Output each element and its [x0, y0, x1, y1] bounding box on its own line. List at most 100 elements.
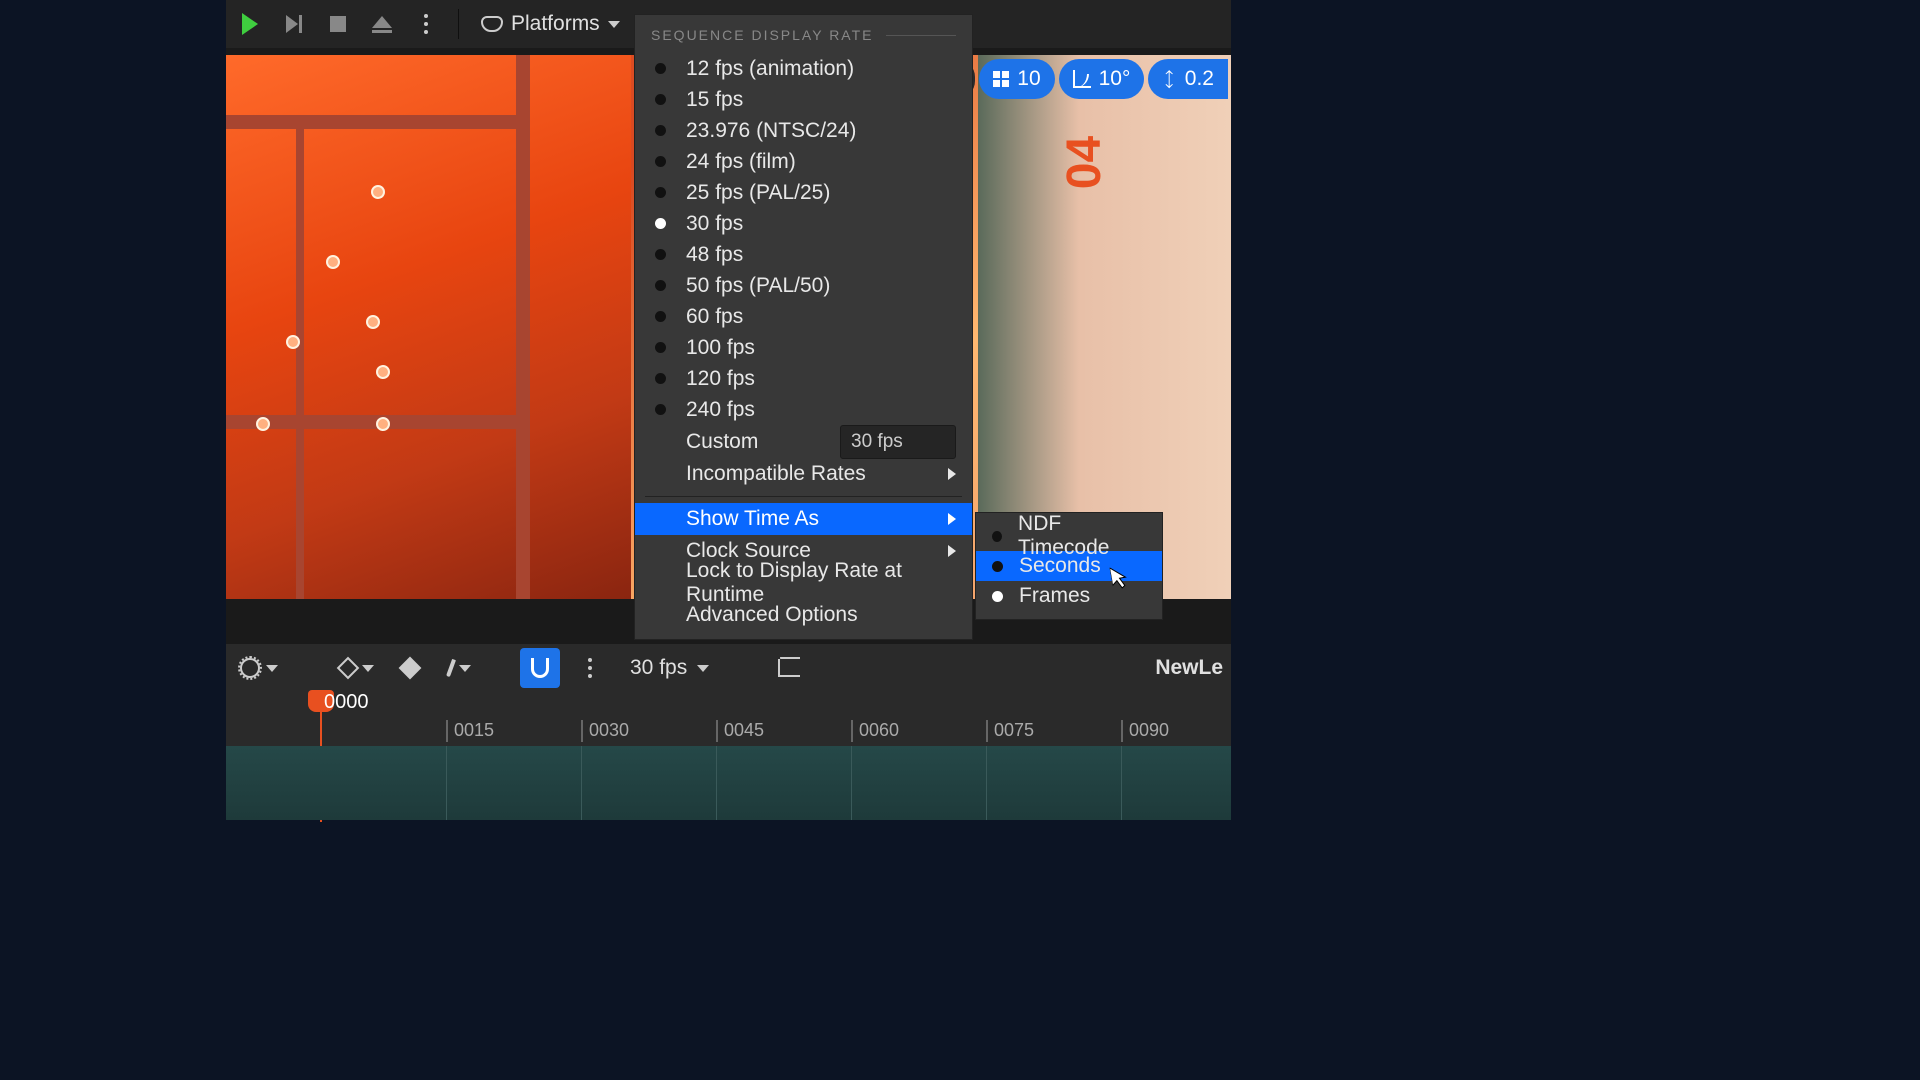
rate-label: 120 fps — [686, 367, 755, 391]
submenu-label: NDF Timecode — [1018, 512, 1146, 560]
menu-incompatible-rates[interactable]: Incompatible Rates — [635, 458, 972, 490]
snap-scale-pill[interactable]: ⤢ 0.2 — [1148, 59, 1228, 99]
play-options-button[interactable] — [406, 4, 446, 44]
radio-icon — [992, 531, 1002, 542]
rate-label: 50 fps (PAL/50) — [686, 274, 830, 298]
chevron-right-icon — [948, 468, 956, 480]
seq-snap-button[interactable] — [520, 648, 560, 688]
expand-icon: ⤢ — [1157, 66, 1182, 91]
menu-rate-option[interactable]: 30 fps — [635, 208, 972, 239]
rate-label: 23.976 (NTSC/24) — [686, 119, 856, 143]
brush-icon — [446, 659, 456, 677]
scene-decal: 04 — [1057, 136, 1112, 189]
playhead-label: 0000 — [324, 691, 369, 714]
chevron-right-icon — [948, 513, 956, 525]
platforms-dropdown[interactable]: Platforms — [471, 4, 630, 44]
show-time-as-submenu: NDF TimecodeSecondsFrames — [975, 512, 1163, 620]
gear-icon — [240, 658, 260, 678]
keyframe-filled-icon — [399, 657, 422, 680]
seq-autokey-button[interactable] — [390, 648, 430, 688]
menu-rate-option[interactable]: 60 fps — [635, 301, 972, 332]
radio-icon — [655, 63, 666, 74]
eject-button[interactable] — [362, 4, 402, 44]
step-icon — [286, 15, 302, 33]
timeline-tracks[interactable] — [226, 746, 1231, 820]
radio-icon — [655, 125, 666, 136]
timeline-tick: 0015 — [454, 720, 494, 741]
radio-icon — [992, 591, 1003, 602]
timeline[interactable]: 0000 0015 0030 0045 0060 0075 0090 — [226, 692, 1231, 820]
menu-rate-option[interactable]: 50 fps (PAL/50) — [635, 270, 972, 301]
toolbar-divider — [458, 9, 459, 39]
play-button[interactable] — [230, 4, 270, 44]
snap-grid-pill[interactable]: 10 — [979, 59, 1054, 99]
menu-rate-option[interactable]: 23.976 (NTSC/24) — [635, 115, 972, 146]
timeline-ruler[interactable]: 0000 0015 0030 0045 0060 0075 0090 — [226, 692, 1231, 746]
play-icon — [242, 13, 258, 35]
radio-icon — [992, 561, 1003, 572]
grid-icon — [993, 71, 1009, 87]
menu-rate-option[interactable]: 120 fps — [635, 363, 972, 394]
rate-label: 12 fps (animation) — [686, 57, 854, 81]
magnet-icon — [531, 658, 549, 678]
step-button[interactable] — [274, 4, 314, 44]
menu-separator — [645, 496, 962, 497]
timeline-tick: 0090 — [1129, 720, 1169, 741]
rate-label: 25 fps (PAL/25) — [686, 181, 830, 205]
radio-icon — [655, 156, 666, 167]
display-rate-menu: SEQUENCE DISPLAY RATE 12 fps (animation)… — [634, 14, 973, 640]
snap-angle-pill[interactable]: 10° — [1059, 59, 1145, 99]
custom-label: Custom — [686, 430, 758, 454]
radio-icon — [655, 218, 666, 229]
rate-label: 30 fps — [686, 212, 743, 236]
radio-icon — [655, 249, 666, 260]
menu-rate-option[interactable]: 15 fps — [635, 84, 972, 115]
submenu-option[interactable]: Frames — [976, 581, 1162, 611]
viewport-scene-left — [226, 55, 631, 599]
menu-rate-option[interactable]: 24 fps (film) — [635, 146, 972, 177]
fps-dropdown[interactable]: 30 fps — [620, 656, 719, 680]
menu-show-time-as[interactable]: Show Time As — [635, 503, 972, 535]
sequencer-toolbar: 30 fps NewLe — [226, 644, 1231, 692]
seq-settings-button[interactable] — [234, 648, 284, 688]
seq-snap-options-button[interactable] — [570, 648, 610, 688]
timeline-tick: 0060 — [859, 720, 899, 741]
rate-label: 60 fps — [686, 305, 743, 329]
menu-rate-option[interactable]: 25 fps (PAL/25) — [635, 177, 972, 208]
fps-label: 30 fps — [630, 656, 687, 680]
platforms-label: Platforms — [511, 12, 600, 36]
seq-key-button[interactable] — [334, 648, 380, 688]
rate-label: 100 fps — [686, 336, 755, 360]
stop-button[interactable] — [318, 4, 358, 44]
submenu-label: Seconds — [1019, 554, 1101, 578]
chevron-down-icon — [266, 665, 278, 672]
keyframe-icon — [337, 657, 360, 680]
menu-custom-rate[interactable]: Custom — [635, 425, 972, 458]
viewport-snap-controls: ◐ 10 10° ⤢ 0.2 — [939, 59, 1231, 99]
radio-icon — [655, 187, 666, 198]
seq-curve-button[interactable] — [769, 648, 809, 688]
menu-rate-option[interactable]: 12 fps (animation) — [635, 53, 972, 84]
rate-label: 48 fps — [686, 243, 743, 267]
rate-label: 24 fps (film) — [686, 150, 796, 174]
menu-rate-option[interactable]: 100 fps — [635, 332, 972, 363]
chevron-right-icon — [948, 545, 956, 557]
snap-scale-value: 0.2 — [1185, 67, 1214, 91]
more-vertical-icon — [588, 658, 592, 678]
radio-icon — [655, 94, 666, 105]
timeline-tick: 0045 — [724, 720, 764, 741]
submenu-option[interactable]: NDF Timecode — [976, 521, 1162, 551]
menu-rate-option[interactable]: 48 fps — [635, 239, 972, 270]
chevron-down-icon — [459, 665, 471, 672]
radio-icon — [655, 373, 666, 384]
submenu-label: Frames — [1019, 584, 1090, 608]
radio-icon — [655, 280, 666, 291]
eject-icon — [372, 16, 392, 33]
chevron-down-icon — [608, 21, 620, 28]
menu-lock-display-rate[interactable]: Lock to Display Rate at Runtime — [635, 567, 972, 599]
menu-rate-option[interactable]: 240 fps — [635, 394, 972, 425]
rate-label: 15 fps — [686, 88, 743, 112]
custom-fps-input[interactable] — [840, 425, 956, 459]
seq-brush-button[interactable] — [440, 648, 480, 688]
radio-icon — [655, 311, 666, 322]
